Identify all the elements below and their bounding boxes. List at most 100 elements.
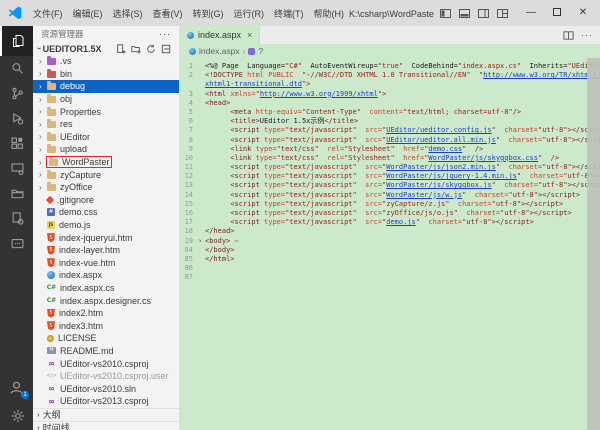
sidebar-bottom-sections: ›大纲›时间线 bbox=[33, 408, 179, 430]
activity-terminal-box[interactable] bbox=[0, 231, 33, 256]
tree-item-res[interactable]: ›res bbox=[33, 118, 179, 131]
menu-item-5[interactable]: 运行(R) bbox=[229, 5, 270, 22]
tree-item-ueditor-vs2013-csproj[interactable]: UEditor-vs2013.csproj bbox=[33, 395, 179, 408]
customize-layout-icon[interactable] bbox=[497, 8, 508, 19]
menu-item-1[interactable]: 编辑(E) bbox=[68, 5, 108, 22]
toggle-panel-icon[interactable] bbox=[459, 8, 470, 19]
editor-group: index.aspx × ··· index.aspx › ? 1<%@ Pag… bbox=[180, 26, 600, 430]
tree-item-ueditor-vs2010-csproj-user[interactable]: UEditor-vs2010.csproj.user bbox=[33, 370, 179, 383]
toggle-sidebar-icon[interactable] bbox=[440, 8, 451, 19]
menu-item-6[interactable]: 终端(T) bbox=[269, 5, 309, 22]
activity-explorer[interactable] bbox=[0, 26, 33, 56]
tree-item--vs[interactable]: ›.vs bbox=[33, 55, 179, 68]
line-number: 11 bbox=[180, 163, 198, 172]
activity-folder-view[interactable] bbox=[0, 181, 33, 206]
chevron-right-icon: › bbox=[39, 57, 47, 66]
new-file-icon[interactable] bbox=[116, 44, 126, 54]
minimize-button[interactable]: — bbox=[518, 0, 544, 26]
settings-button[interactable] bbox=[0, 402, 33, 430]
menu-item-0[interactable]: 文件(F) bbox=[28, 5, 68, 22]
code-text: <script type="text/javascript" src="UEdi… bbox=[205, 136, 600, 145]
tree-item-demo-css[interactable]: demo.css bbox=[33, 206, 179, 219]
tree-item-zycapture[interactable]: ›zyCapture bbox=[33, 168, 179, 181]
tree-item-wordpaster[interactable]: ›WordPaster bbox=[33, 156, 179, 169]
source-control-icon bbox=[11, 87, 24, 100]
menu-item-4[interactable]: 转到(G) bbox=[188, 5, 229, 22]
tree-item-zyoffice[interactable]: › zyOffice bbox=[33, 181, 179, 194]
fold-gutter bbox=[198, 273, 205, 282]
breadcrumb[interactable]: index.aspx › ? bbox=[180, 44, 600, 58]
tree-item-properties[interactable]: ›Properties bbox=[33, 105, 179, 118]
tree-item-index2-htm[interactable]: index2.htm bbox=[33, 307, 179, 320]
sidebar-section-1[interactable]: ›时间线 bbox=[33, 421, 179, 430]
account-button[interactable]: 1 bbox=[0, 372, 33, 402]
close-button[interactable]: ✕ bbox=[570, 0, 596, 26]
tree-item-label: zyOffice bbox=[60, 182, 92, 192]
split-editor-icon[interactable] bbox=[563, 30, 574, 41]
activity-run-debug[interactable] bbox=[0, 106, 33, 131]
code-icon bbox=[47, 372, 56, 381]
folder-icon bbox=[49, 159, 58, 166]
tree-item-index-layer-htm[interactable]: index-layer.htm bbox=[33, 244, 179, 257]
tab-index-aspx[interactable]: index.aspx × bbox=[180, 26, 260, 44]
code-text: </head> bbox=[205, 227, 600, 236]
tree-item-obj[interactable]: ›obj bbox=[33, 93, 179, 106]
refresh-icon[interactable] bbox=[146, 44, 156, 54]
explorer-more-actions[interactable]: ··· bbox=[159, 29, 171, 39]
code-line: 86 bbox=[180, 264, 600, 273]
fold-gutter bbox=[198, 154, 205, 163]
tree-item-index-aspx-cs[interactable]: index.aspx.cs bbox=[33, 282, 179, 295]
tree-item-label: index.aspx bbox=[59, 270, 102, 280]
tree-item-license[interactable]: LICENSE bbox=[33, 332, 179, 345]
code-line: 14 <script type="text/javascript" src="W… bbox=[180, 191, 600, 200]
tree-item-index-jqueryui-htm[interactable]: index-jqueryui.htm bbox=[33, 231, 179, 244]
menu-item-7[interactable]: 帮助(H) bbox=[309, 5, 350, 22]
tree-item-index-aspx[interactable]: index.aspx bbox=[33, 269, 179, 282]
fold-chevron-icon[interactable]: › bbox=[198, 237, 205, 246]
line-number: 3 bbox=[180, 90, 198, 99]
tree-item-index-vue-htm[interactable]: index-vue.htm bbox=[33, 257, 179, 270]
tree-item-label: demo.js bbox=[59, 220, 91, 230]
menu-item-2[interactable]: 选择(S) bbox=[108, 5, 148, 22]
tree-item-debug[interactable]: ›debug bbox=[33, 80, 179, 93]
tree-item-upload[interactable]: ›upload bbox=[33, 143, 179, 156]
fold-gutter bbox=[198, 246, 205, 255]
activity-source-control[interactable] bbox=[0, 81, 33, 106]
code-line: 15 <script type="text/javascript" src="z… bbox=[180, 200, 600, 209]
breadcrumb-symbol[interactable]: ? bbox=[258, 46, 263, 56]
tab-close-icon[interactable]: × bbox=[247, 30, 252, 40]
toggle-secondary-sidebar-icon[interactable] bbox=[478, 8, 489, 19]
code-editor[interactable]: 1<%@ Page Language="C#" AutoEventWireup=… bbox=[180, 58, 600, 430]
tree-item--gitignore[interactable]: .gitignore bbox=[33, 194, 179, 207]
sidebar-section-0[interactable]: ›大纲 bbox=[33, 408, 179, 421]
editor-actions: ··· bbox=[563, 26, 600, 44]
tree-item-ueditor-vs2010-csproj[interactable]: UEditor-vs2010.csproj bbox=[33, 357, 179, 370]
tree-item-label: WordPaster bbox=[62, 157, 109, 167]
tree-item-index-aspx-designer-cs[interactable]: index.aspx.designer.cs bbox=[33, 294, 179, 307]
project-section-header[interactable]: › UEDITOR1.5X bbox=[33, 42, 179, 55]
chevron-right-icon: › bbox=[39, 69, 47, 78]
cs-icon bbox=[47, 283, 56, 292]
activity-file-settings[interactable] bbox=[0, 206, 33, 231]
tree-item-demo-js[interactable]: demo.js bbox=[33, 219, 179, 232]
tree-item-bin[interactable]: ›bin bbox=[33, 68, 179, 81]
breadcrumb-file[interactable]: index.aspx bbox=[199, 46, 240, 56]
more-actions-icon[interactable]: ··· bbox=[581, 30, 593, 40]
tree-item-ueditor-vs2010-sln[interactable]: UEditor-vs2010.sln bbox=[33, 382, 179, 395]
tree-item-index3-htm[interactable]: index3.htm bbox=[33, 319, 179, 332]
minimap-scrollbar[interactable] bbox=[587, 58, 600, 430]
explorer-sidebar: 资源管理器 ··· › UEDITOR1.5X ›.vs›bin›debug›o… bbox=[33, 26, 180, 430]
activity-search[interactable] bbox=[0, 56, 33, 81]
chevron-right-icon: › bbox=[39, 183, 47, 192]
tree-item-readme-md[interactable]: README.md bbox=[33, 345, 179, 358]
tree-item-label: upload bbox=[60, 144, 87, 154]
tree-item-ueditor[interactable]: ›UEditor bbox=[33, 131, 179, 144]
activity-extensions[interactable] bbox=[0, 131, 33, 156]
explorer-title: 资源管理器 bbox=[41, 28, 84, 40]
maximize-button[interactable] bbox=[544, 0, 570, 26]
collapse-folders-icon[interactable] bbox=[161, 44, 171, 54]
code-line: xhtml1-transitional.dtd"> bbox=[180, 80, 600, 89]
menu-item-3[interactable]: 查看(V) bbox=[148, 5, 188, 22]
activity-remote-explorer[interactable] bbox=[0, 156, 33, 181]
new-folder-icon[interactable] bbox=[131, 44, 141, 54]
